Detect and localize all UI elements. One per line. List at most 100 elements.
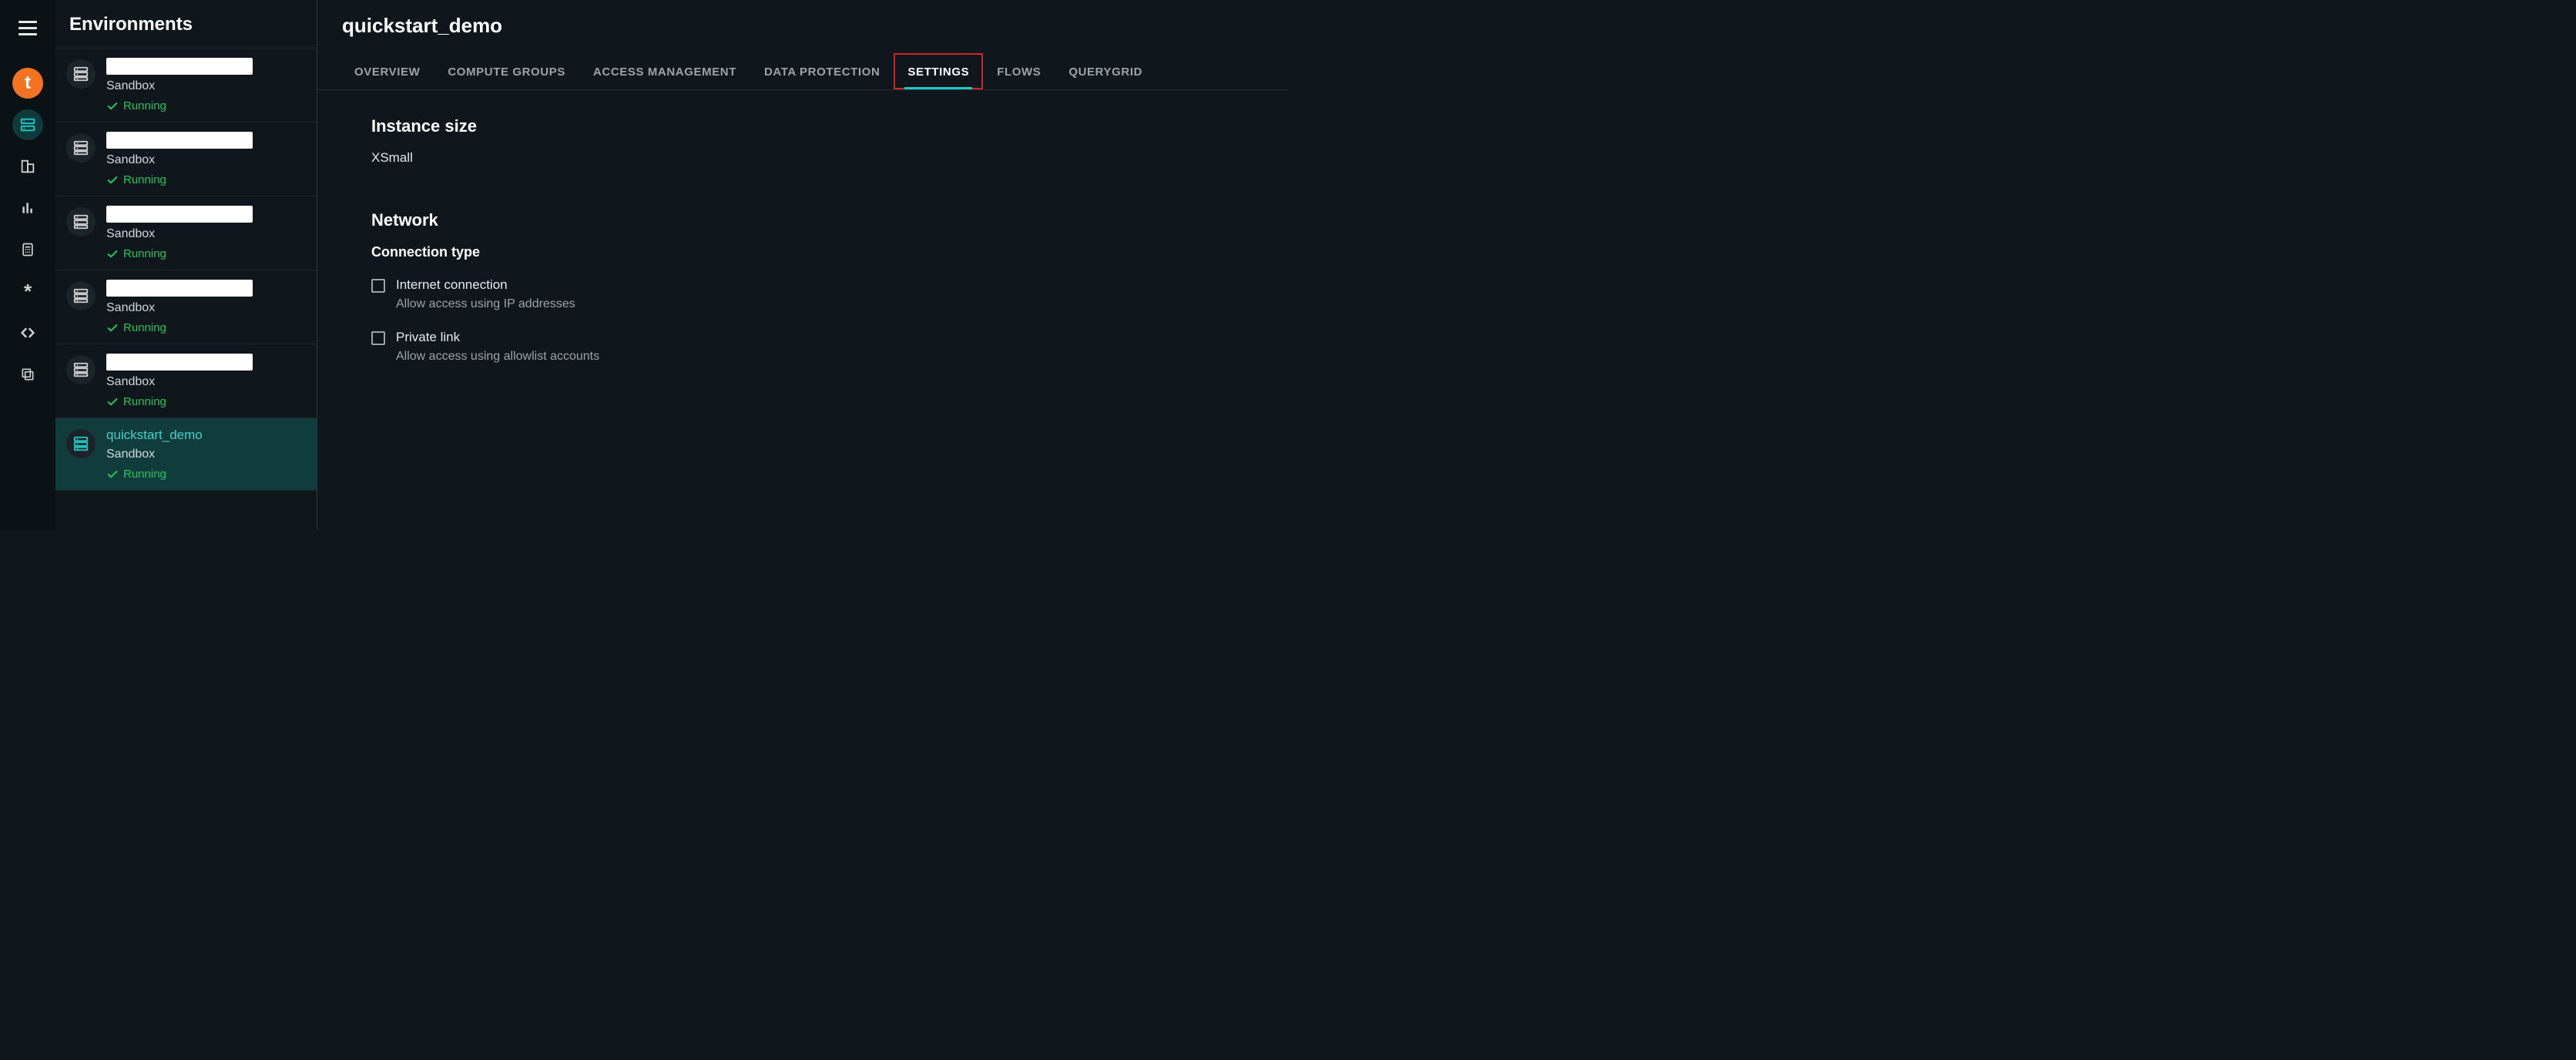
nav-calculator[interactable] — [12, 234, 43, 265]
tab-flows[interactable]: FLOWS — [983, 53, 1055, 89]
instance-size-value: XSmall — [371, 150, 1288, 166]
calculator-icon — [20, 241, 35, 258]
bar-chart-icon — [20, 200, 35, 216]
tab-data-protection[interactable]: DATA PROTECTION — [750, 53, 894, 89]
environment-icon — [66, 207, 96, 236]
connection-texts: Internet connection Allow access using I… — [396, 277, 575, 311]
environment-meta: quickstart_demo Sandbox Running — [106, 428, 203, 481]
environment-meta: Sandbox Running — [106, 206, 253, 260]
environment-item[interactable]: Sandbox Running — [55, 196, 317, 270]
environments-list: Sandbox Running Sandbox Running Sandbox … — [55, 48, 317, 491]
main-content: quickstart_demo OVERVIEWCOMPUTE GROUPSAC… — [317, 0, 1288, 530]
environments-panel: Environments Sandbox Running Sandbox Run… — [55, 0, 317, 530]
server-stack-icon — [72, 65, 89, 82]
check-icon — [106, 174, 119, 186]
environment-meta: Sandbox Running — [106, 132, 253, 186]
nav-org[interactable] — [12, 151, 43, 182]
connection-checkbox[interactable] — [371, 331, 385, 345]
instance-size-heading: Instance size — [371, 116, 1288, 136]
server-stack-icon — [19, 116, 36, 133]
connection-description: Allow access using IP addresses — [396, 297, 575, 311]
nav-environments[interactable] — [12, 109, 43, 140]
environment-item[interactable]: Sandbox Running — [55, 344, 317, 418]
environment-name-redacted — [106, 58, 253, 75]
environment-status-label: Running — [123, 468, 166, 481]
copy-icon — [20, 367, 35, 382]
nav-star[interactable]: * — [12, 276, 43, 307]
menu-button[interactable] — [12, 12, 43, 43]
network-heading: Network — [371, 210, 1288, 230]
environment-icon — [66, 133, 96, 163]
environment-name: quickstart_demo — [106, 428, 203, 443]
check-icon — [106, 248, 119, 260]
environment-status: Running — [106, 99, 253, 112]
tab-querygrid[interactable]: QUERYGRID — [1055, 53, 1156, 89]
nav-copy[interactable] — [12, 359, 43, 390]
server-stack-icon — [72, 361, 89, 378]
environment-icon — [66, 355, 96, 384]
icon-rail: t * — [0, 0, 55, 530]
connection-option: Internet connection Allow access using I… — [371, 277, 1288, 311]
check-icon — [106, 100, 119, 112]
check-icon — [106, 322, 119, 334]
environment-icon — [66, 59, 96, 89]
environment-item[interactable]: quickstart_demo Sandbox Running — [55, 418, 317, 491]
environment-name-redacted — [106, 354, 253, 371]
connection-checkbox[interactable] — [371, 279, 385, 293]
environment-status-label: Running — [123, 99, 166, 112]
environment-item[interactable]: Sandbox Running — [55, 48, 317, 122]
building-icon — [19, 158, 36, 175]
environment-type: Sandbox — [106, 375, 253, 389]
settings-content: Instance size XSmall Network Connection … — [317, 90, 1288, 382]
asterisk-icon: * — [24, 280, 32, 304]
environment-type: Sandbox — [106, 301, 253, 315]
environment-status-label: Running — [123, 395, 166, 408]
connection-option: Private link Allow access using allowlis… — [371, 330, 1288, 364]
server-stack-icon — [72, 213, 89, 230]
connection-label: Private link — [396, 330, 599, 345]
environment-icon — [66, 281, 96, 310]
tab-compute-groups[interactable]: COMPUTE GROUPS — [434, 53, 579, 89]
environment-status-label: Running — [123, 247, 166, 260]
environment-type: Sandbox — [106, 448, 203, 461]
tab-overview[interactable]: OVERVIEW — [340, 53, 434, 89]
nav-analytics[interactable] — [12, 193, 43, 223]
environment-type: Sandbox — [106, 79, 253, 93]
tabs-bar: OVERVIEWCOMPUTE GROUPSACCESS MANAGEMENTD… — [317, 53, 1288, 90]
tab-settings[interactable]: SETTINGS — [894, 53, 983, 89]
environment-status: Running — [106, 173, 253, 186]
environment-status: Running — [106, 468, 203, 481]
environment-title: quickstart_demo — [317, 0, 1288, 53]
environment-item[interactable]: Sandbox Running — [55, 270, 317, 344]
environment-status: Running — [106, 321, 253, 334]
environment-meta: Sandbox Running — [106, 58, 253, 112]
environment-type: Sandbox — [106, 227, 253, 241]
server-stack-icon — [72, 287, 89, 304]
hamburger-icon — [18, 21, 37, 35]
environment-type: Sandbox — [106, 153, 253, 167]
check-icon — [106, 396, 119, 408]
connection-label: Internet connection — [396, 277, 575, 293]
connection-description: Allow access using allowlist accounts — [396, 350, 599, 364]
check-icon — [106, 468, 119, 481]
environment-name-redacted — [106, 206, 253, 223]
environment-meta: Sandbox Running — [106, 280, 253, 334]
nav-code[interactable] — [12, 317, 43, 348]
brand-logo-letter: t — [25, 72, 31, 94]
environment-status-label: Running — [123, 321, 166, 334]
environment-name-redacted — [106, 132, 253, 149]
environment-status: Running — [106, 247, 253, 260]
tab-access-management[interactable]: ACCESS MANAGEMENT — [579, 53, 750, 89]
environment-meta: Sandbox Running — [106, 354, 253, 408]
connection-type-heading: Connection type — [371, 244, 1288, 260]
environment-status: Running — [106, 395, 253, 408]
environment-icon — [66, 429, 96, 458]
connection-texts: Private link Allow access using allowlis… — [396, 330, 599, 364]
server-stack-icon — [72, 139, 89, 156]
environment-item[interactable]: Sandbox Running — [55, 122, 317, 196]
server-stack-icon — [72, 435, 89, 452]
environment-name-redacted — [106, 280, 253, 297]
environment-status-label: Running — [123, 173, 166, 186]
code-icon — [18, 325, 37, 340]
brand-logo[interactable]: t — [12, 68, 43, 99]
